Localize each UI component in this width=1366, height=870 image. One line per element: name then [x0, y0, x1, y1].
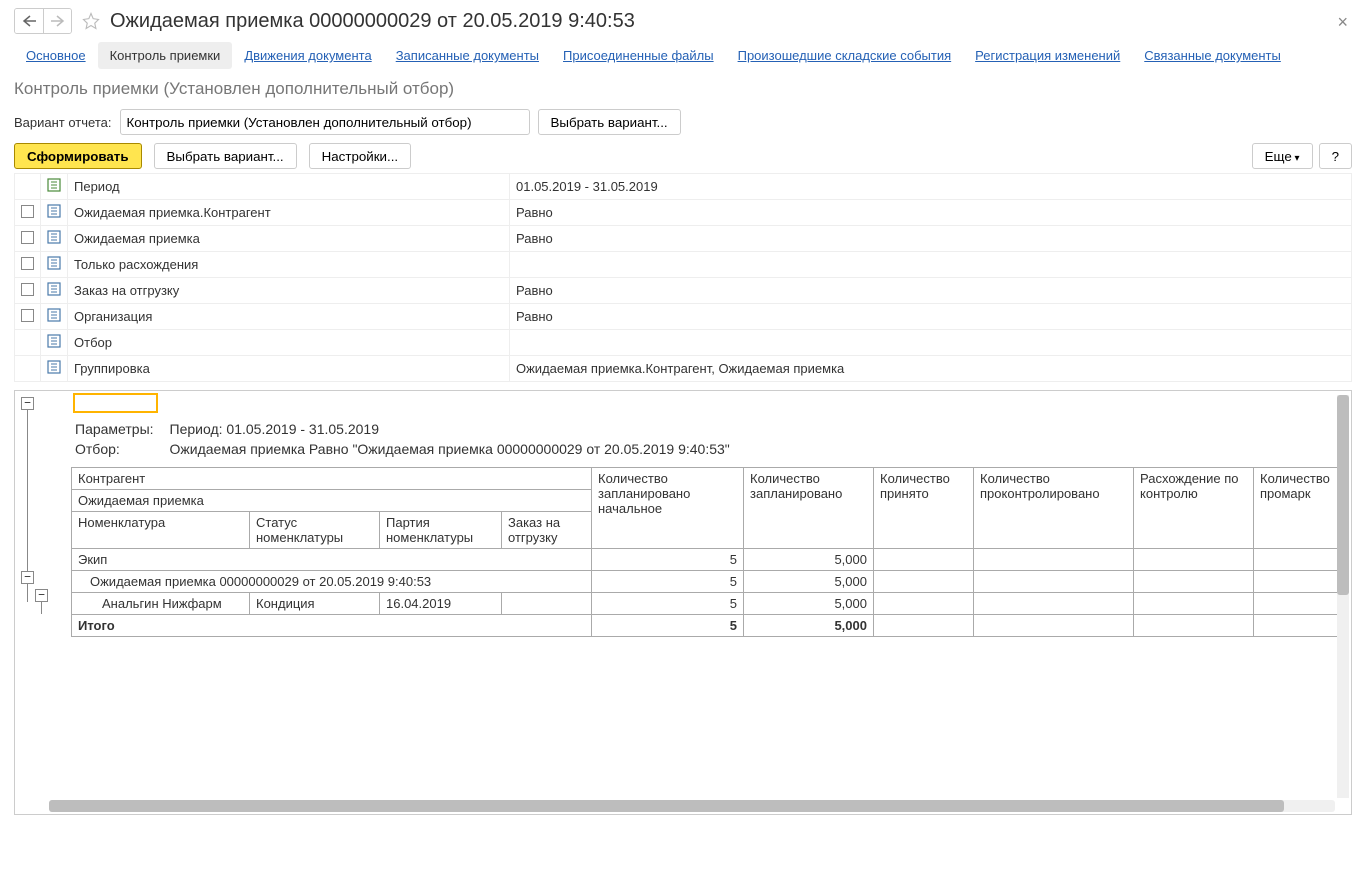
filter-row: Группировка Ожидаемая приемка.Контрагент… [15, 356, 1352, 382]
filter-checkbox[interactable] [21, 231, 34, 244]
more-button[interactable]: Еще [1252, 143, 1313, 169]
col-qty-accepted: Количество принято [874, 468, 974, 549]
filter-icon [47, 178, 61, 192]
close-icon[interactable]: × [1337, 12, 1348, 33]
filter-row: Ожидаемая приемка Равно [15, 226, 1352, 252]
filter-icon [47, 360, 61, 374]
col-expected: Ожидаемая приемка [72, 490, 592, 512]
filter-icon [47, 204, 61, 218]
filter-value: Ожидаемая приемка.Контрагент, Ожидаемая … [510, 356, 1352, 382]
filter-checkbox[interactable] [21, 205, 34, 218]
filter-name: Ожидаемая приемка.Контрагент [68, 200, 510, 226]
filter-name: Ожидаемая приемка [68, 226, 510, 252]
filter-row: Отбор [15, 330, 1352, 356]
filter-value: Равно [510, 200, 1352, 226]
filter-name: Только расхождения [68, 252, 510, 278]
favorite-star-icon[interactable] [80, 10, 102, 32]
tab-control[interactable]: Контроль приемки [98, 42, 233, 69]
filter-value: Равно [510, 226, 1352, 252]
filter-checkbox[interactable] [21, 257, 34, 270]
settings-button[interactable]: Настройки... [309, 143, 411, 169]
report-area: − − − Параметры: Период: 01.05.2019 - 31… [14, 390, 1352, 815]
filter-value: Равно [510, 304, 1352, 330]
filter-row: Только расхождения [15, 252, 1352, 278]
tree-collapse-root[interactable]: − [21, 397, 34, 410]
filter-name: Период [68, 174, 510, 200]
forward-button[interactable] [43, 9, 71, 33]
select-variant-button[interactable]: Выбрать вариант... [154, 143, 297, 169]
nav-btns [14, 8, 72, 34]
horizontal-scrollbar[interactable] [49, 800, 1335, 812]
filter-row: Организация Равно [15, 304, 1352, 330]
form-button[interactable]: Сформировать [14, 143, 142, 169]
filter-name: Заказ на отгрузку [68, 278, 510, 304]
variant-label: Вариант отчета: [14, 115, 112, 130]
tab-movements[interactable]: Движения документа [232, 42, 383, 69]
params-label: Параметры: [71, 419, 166, 439]
filter-icon [47, 256, 61, 270]
variant-input[interactable] [120, 109, 530, 135]
filter-checkbox[interactable] [21, 309, 34, 322]
col-batch: Партия номенклатуры [380, 512, 502, 549]
col-qty-checked: Количество проконтролировано [974, 468, 1134, 549]
col-contragent: Контрагент [72, 468, 592, 490]
tabs: Основное Контроль приемки Движения докум… [14, 42, 1352, 69]
tree-collapse-2[interactable]: − [35, 589, 48, 602]
col-qty-plan-init: Количество запланировано начальное [592, 468, 744, 549]
filter-value: 01.05.2019 - 31.05.2019 [510, 174, 1352, 200]
filter-name: Отбор [68, 330, 510, 356]
select-variant-button-top[interactable]: Выбрать вариант... [538, 109, 681, 135]
report-table: Контрагент Количество запланировано нача… [71, 467, 1344, 637]
filters-table: Период 01.05.2019 - 31.05.2019 Ожидаемая… [14, 173, 1352, 382]
filter-icon [47, 334, 61, 348]
filter-icon [47, 230, 61, 244]
col-qty-mark: Количество промарк [1254, 468, 1344, 549]
col-status: Статус номенклатуры [250, 512, 380, 549]
filter-label: Отбор: [71, 439, 166, 459]
filter-row: Ожидаемая приемка.Контрагент Равно [15, 200, 1352, 226]
col-nomen: Номенклатура [72, 512, 250, 549]
tab-attachments[interactable]: Присоединенные файлы [551, 42, 726, 69]
table-row: Анальгин Нижфарм Кондиция 16.04.2019 5 5… [72, 593, 1344, 615]
col-order: Заказ на отгрузку [502, 512, 592, 549]
help-button[interactable]: ? [1319, 143, 1352, 169]
tab-main[interactable]: Основное [14, 42, 98, 69]
window-title: Ожидаемая приемка 00000000029 от 20.05.2… [110, 10, 1352, 33]
filter-checkbox[interactable] [21, 283, 34, 296]
tab-events[interactable]: Произошедшие складские события [726, 42, 964, 69]
back-button[interactable] [15, 9, 43, 33]
page-subtitle: Контроль приемки (Установлен дополнитель… [14, 79, 1352, 99]
col-diff: Расхождение по контролю [1134, 468, 1254, 549]
tab-changes[interactable]: Регистрация изменений [963, 42, 1132, 69]
filter-row: Заказ на отгрузку Равно [15, 278, 1352, 304]
params-value: Период: 01.05.2019 - 31.05.2019 [166, 419, 742, 439]
filter-value [510, 252, 1352, 278]
selected-cell[interactable] [73, 393, 158, 413]
tree-collapse-1[interactable]: − [21, 571, 34, 584]
table-row: Ожидаемая приемка 00000000029 от 20.05.2… [72, 571, 1344, 593]
vertical-scrollbar[interactable] [1337, 395, 1349, 798]
filter-value: Ожидаемая приемка Равно "Ожидаемая прием… [166, 439, 742, 459]
filter-value: Равно [510, 278, 1352, 304]
filter-name: Группировка [68, 356, 510, 382]
filter-icon [47, 282, 61, 296]
filter-row: Период 01.05.2019 - 31.05.2019 [15, 174, 1352, 200]
tab-related[interactable]: Связанные документы [1132, 42, 1293, 69]
filter-name: Организация [68, 304, 510, 330]
total-row: Итого 5 5,000 [72, 615, 1344, 637]
filter-icon [47, 308, 61, 322]
tab-saved-docs[interactable]: Записанные документы [384, 42, 551, 69]
col-qty-plan: Количество запланировано [744, 468, 874, 549]
filter-value [510, 330, 1352, 356]
table-row: Экип 5 5,000 [72, 549, 1344, 571]
